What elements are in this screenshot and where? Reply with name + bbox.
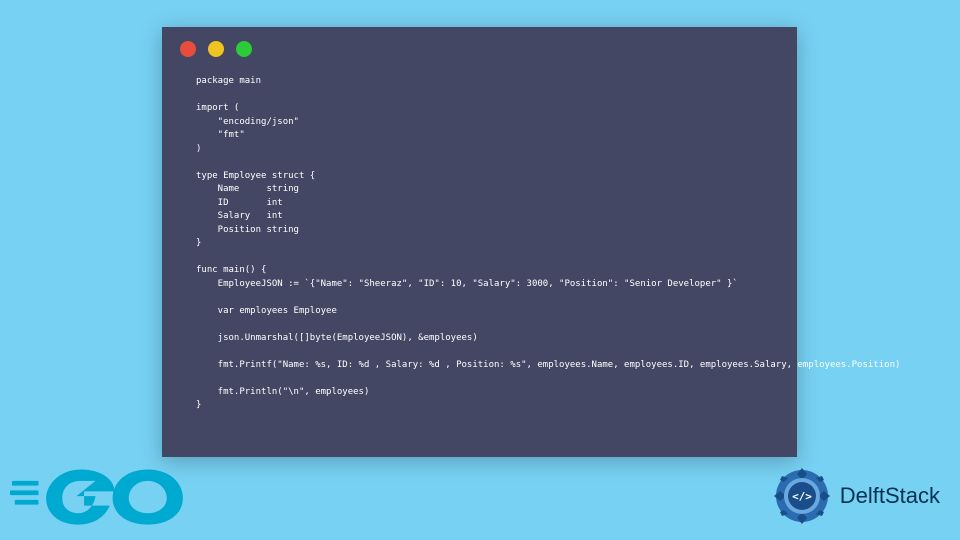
close-dot-icon: [180, 41, 196, 57]
code-content: package main import ( "encoding/json" "f…: [162, 63, 797, 433]
go-logo-icon: [10, 460, 200, 530]
minimize-dot-icon: [208, 41, 224, 57]
delftstack-badge-icon: </>: [772, 466, 832, 526]
delftstack-text: DelftStack: [840, 483, 940, 509]
zoom-dot-icon: [236, 41, 252, 57]
delftstack-logo: </> DelftStack: [772, 466, 940, 526]
code-window: package main import ( "encoding/json" "f…: [162, 27, 797, 457]
window-controls: [162, 27, 797, 63]
svg-text:</>: </>: [792, 490, 812, 503]
